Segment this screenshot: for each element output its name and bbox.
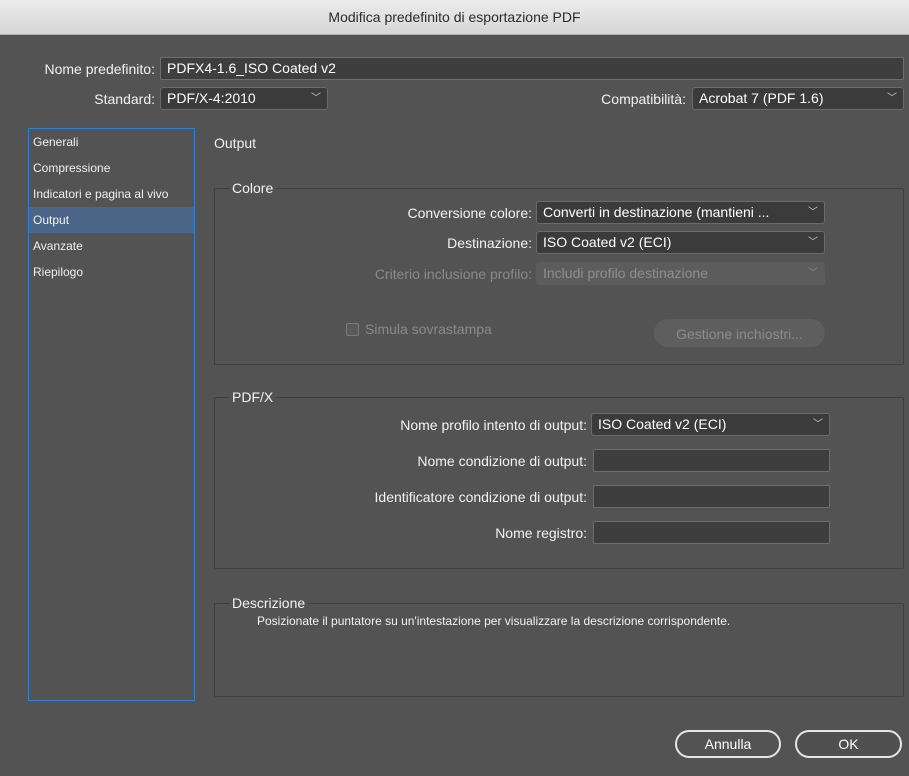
- sidebar-item-generali[interactable]: Generali: [29, 129, 194, 155]
- destinazione-label: Destinazione:: [447, 235, 532, 251]
- identificatore-condizione-label: Identificatore condizione di output:: [374, 489, 587, 505]
- simula-sovrastampa-label: Simula sovrastampa: [365, 321, 492, 337]
- chevron-down-icon: ﹀: [808, 237, 818, 248]
- standard-select[interactable]: PDF/X-4:2010 ﹀: [160, 87, 328, 110]
- conversione-colore-select[interactable]: Converti in destinazione (mantieni ... ﹀: [536, 201, 825, 224]
- chevron-down-icon: ﹀: [887, 93, 897, 104]
- category-list: Generali Compressione Indicatori e pagin…: [28, 128, 195, 701]
- sidebar-item-indicatori[interactable]: Indicatori e pagina al vivo: [29, 181, 194, 207]
- standard-value: PDF/X-4:2010: [167, 90, 256, 106]
- simula-sovrastampa-checkbox: Simula sovrastampa: [346, 321, 492, 337]
- pdfx-group-title: PDF/X: [229, 389, 277, 405]
- profilo-intento-label: Nome profilo intento di output:: [400, 417, 587, 433]
- colore-group-title: Colore: [229, 180, 277, 196]
- chevron-down-icon: ﹀: [311, 93, 321, 104]
- nome-registro-label: Nome registro:: [495, 525, 587, 541]
- checkbox-box: [346, 322, 359, 336]
- sidebar-item-riepilogo[interactable]: Riepilogo: [29, 259, 194, 285]
- ok-button[interactable]: OK: [795, 730, 902, 758]
- criterio-inclusione-label: Criterio inclusione profilo:: [374, 266, 532, 282]
- export-pdf-preset-dialog: Modifica predefinito di esportazione PDF…: [0, 0, 909, 776]
- descrizione-group-title: Descrizione: [229, 595, 309, 611]
- criterio-inclusione-value: Includi profilo destinazione: [543, 265, 708, 281]
- descrizione-text: Posizionate il puntatore su un'intestazi…: [257, 614, 731, 628]
- compatibility-select[interactable]: Acrobat 7 (PDF 1.6) ﹀: [692, 87, 904, 110]
- destinazione-value: ISO Coated v2 (ECI): [543, 234, 672, 250]
- cancel-button[interactable]: Annulla: [675, 730, 781, 758]
- chevron-down-icon: ﹀: [808, 207, 818, 218]
- gestione-inchiostri-button: Gestione inchiostri...: [654, 319, 825, 347]
- chevron-down-icon: ﹀: [808, 268, 818, 279]
- profilo-intento-value: ISO Coated v2 (ECI): [598, 416, 727, 432]
- identificatore-condizione-input[interactable]: [593, 485, 830, 508]
- profilo-intento-select[interactable]: ISO Coated v2 (ECI) ﹀: [591, 413, 830, 436]
- condizione-output-label: Nome condizione di output:: [417, 453, 587, 469]
- criterio-inclusione-select: Includi profilo destinazione ﹀: [536, 262, 825, 285]
- compatibility-value: Acrobat 7 (PDF 1.6): [699, 90, 824, 106]
- conversione-colore-label: Conversione colore:: [407, 205, 532, 221]
- nome-registro-input[interactable]: [593, 521, 830, 544]
- condizione-output-input[interactable]: [593, 449, 830, 472]
- destinazione-select[interactable]: ISO Coated v2 (ECI) ﹀: [536, 231, 825, 254]
- sidebar-item-output[interactable]: Output: [29, 207, 194, 233]
- conversione-colore-value: Converti in destinazione (mantieni ...: [543, 204, 770, 220]
- sidebar-item-compressione[interactable]: Compressione: [29, 155, 194, 181]
- preset-name-input[interactable]: PDFX4-1.6_ISO Coated v2: [160, 57, 904, 80]
- panel-title: Output: [214, 135, 257, 151]
- chevron-down-icon: ﹀: [813, 419, 823, 430]
- preset-name-label: Nome predefinito:: [44, 61, 155, 77]
- window-title: Modifica predefinito di esportazione PDF: [0, 0, 909, 35]
- standard-label: Standard:: [94, 91, 155, 107]
- compatibility-label: Compatibilità:: [601, 91, 686, 107]
- sidebar-item-avanzate[interactable]: Avanzate: [29, 233, 194, 259]
